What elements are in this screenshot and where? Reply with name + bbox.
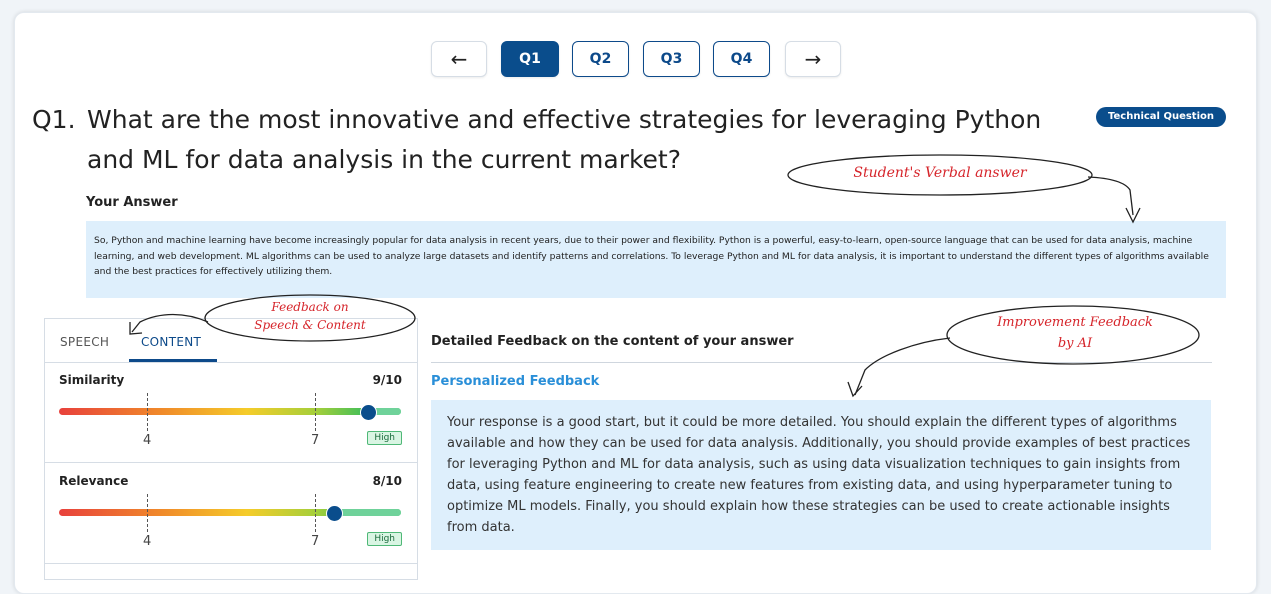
score-gauge-marker (360, 404, 377, 421)
metric-relevance: Relevance 8/10 4 7 High (45, 464, 417, 564)
level-badge: High (367, 532, 402, 546)
metric-score: 8/10 (372, 474, 402, 488)
question-nav: ← Q1 Q2 Q3 Q4 → (0, 41, 1271, 77)
annotation-verbal-answer: Student's Verbal answer (853, 165, 1027, 181)
gauge-tick-low-label: 4 (143, 534, 152, 549)
question-type-badge: Technical Question (1096, 107, 1227, 127)
annotation-improvement-line1: Improvement Feedback (997, 315, 1153, 330)
metric-divider (45, 563, 417, 564)
next-question-button[interactable]: → (785, 41, 841, 77)
gauge-tick-high (315, 494, 316, 532)
answer-transcript: So, Python and machine learning have bec… (86, 221, 1226, 298)
question-number: Q1. (32, 105, 76, 134)
annotation-improvement-line2: by AI (1057, 336, 1093, 351)
feedback-title: Detailed Feedback on the content of your… (431, 334, 794, 349)
annotation-speech-content-line1: Feedback on (271, 300, 349, 314)
gauge-tick-high-label: 7 (311, 433, 320, 448)
feedback-text: Your response is a good start, but it co… (431, 400, 1211, 550)
feedback-divider (431, 362, 1212, 363)
level-badge: High (367, 431, 402, 445)
score-gauge-marker (326, 505, 343, 522)
score-panel: SPEECH CONTENT Similarity 9/10 4 7 High … (44, 318, 418, 580)
tab-content[interactable]: CONTENT (141, 335, 201, 349)
metric-score: 9/10 (372, 373, 402, 387)
gauge-tick-low-label: 4 (143, 433, 152, 448)
gauge-tick-high (315, 393, 316, 431)
question-tab-q4[interactable]: Q4 (713, 41, 770, 77)
score-gauge-bar (59, 408, 401, 415)
question-tab-q3[interactable]: Q3 (643, 41, 700, 77)
gauge-remainder (333, 509, 401, 516)
metric-name: Similarity (59, 373, 125, 387)
gauge-tick-high-label: 7 (311, 534, 320, 549)
score-gauge-bar (59, 509, 401, 516)
tab-speech[interactable]: SPEECH (60, 335, 109, 349)
annotation-speech-content-line2: Speech & Content (254, 318, 366, 332)
feedback-subtitle: Personalized Feedback (431, 374, 600, 389)
metric-divider (45, 462, 417, 463)
question-tab-q1[interactable]: Q1 (501, 41, 559, 77)
metric-name: Relevance (59, 474, 129, 488)
prev-question-button[interactable]: ← (431, 41, 487, 77)
answer-label: Your Answer (86, 195, 178, 210)
question-tab-q2[interactable]: Q2 (572, 41, 629, 77)
gauge-tick-low (147, 393, 148, 431)
gauge-tick-low (147, 494, 148, 532)
arrow-left-icon: ← (450, 47, 468, 71)
metric-similarity: Similarity 9/10 4 7 High (45, 363, 417, 463)
arrow-right-icon: → (804, 47, 822, 71)
